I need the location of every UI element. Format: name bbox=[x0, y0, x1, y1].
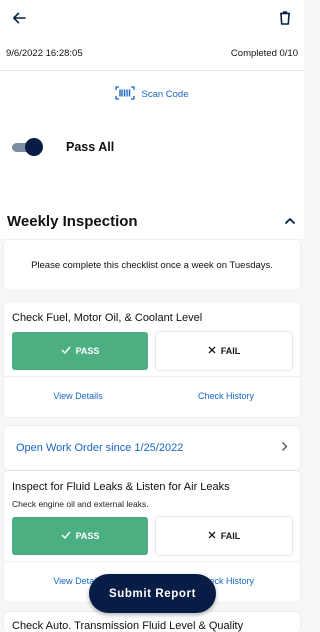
check-history-link[interactable]: Check History bbox=[152, 377, 300, 415]
back-arrow-icon[interactable] bbox=[8, 7, 30, 29]
checklist-item-title: Check Fuel, Motor Oil, & Coolant Level bbox=[12, 312, 203, 324]
fail-label: FAIL bbox=[220, 346, 241, 356]
next-checklist-item-card: Check Auto. Transmission Fluid Level & Q… bbox=[4, 612, 300, 632]
pass-button[interactable]: PASS bbox=[12, 332, 148, 370]
trash-icon[interactable] bbox=[274, 7, 296, 29]
section-title: Weekly Inspection bbox=[7, 212, 138, 230]
instructions-card: Please complete this checklist once a we… bbox=[4, 240, 300, 290]
pass-label: PASS bbox=[75, 531, 100, 541]
pass-button[interactable]: PASS bbox=[12, 517, 148, 555]
fail-button[interactable]: FAIL bbox=[156, 332, 292, 370]
top-app-bar bbox=[0, 0, 304, 36]
pass-all-row: Pass All bbox=[0, 117, 304, 177]
chevron-up-icon[interactable] bbox=[284, 212, 296, 230]
instructions-text: Please complete this checklist once a we… bbox=[31, 259, 273, 271]
close-icon bbox=[208, 531, 216, 541]
section-header[interactable]: Weekly Inspection bbox=[0, 203, 304, 239]
work-order-label: Open Work Order since 1/25/2022 bbox=[16, 442, 184, 454]
open-work-order-row[interactable]: Open Work Order since 1/25/2022 bbox=[4, 426, 300, 470]
view-details-link[interactable]: View Details bbox=[4, 377, 152, 415]
chevron-right-icon bbox=[281, 441, 288, 455]
checklist-item-title: Check Auto. Transmission Fluid Level & Q… bbox=[12, 620, 244, 632]
pass-all-label: Pass All bbox=[66, 140, 115, 154]
scan-code-label: Scan Code bbox=[141, 88, 189, 100]
check-icon bbox=[61, 346, 71, 356]
pass-label: PASS bbox=[75, 346, 100, 356]
close-icon bbox=[208, 346, 216, 356]
checklist-item-subtitle: Check engine oil and external leaks. bbox=[12, 499, 149, 509]
fail-button[interactable]: FAIL bbox=[156, 517, 292, 555]
checklist-item-title: Inspect for Fluid Leaks & Listen for Air… bbox=[12, 481, 230, 493]
inspection-meta: 9/6/2022 16:28:05 Completed 0/10 bbox=[0, 36, 304, 71]
fail-label: FAIL bbox=[220, 531, 241, 541]
timestamp: 9/6/2022 16:28:05 bbox=[6, 47, 83, 59]
barcode-scan-icon bbox=[115, 85, 136, 103]
divider-space bbox=[0, 177, 304, 203]
scan-code-button[interactable]: Scan Code bbox=[0, 71, 304, 117]
pass-all-toggle[interactable] bbox=[12, 138, 43, 156]
submit-report-button[interactable]: Submit Report bbox=[89, 574, 216, 613]
completion-status: Completed 0/10 bbox=[230, 47, 298, 59]
check-icon bbox=[61, 531, 71, 541]
checklist-item-card: Check Fuel, Motor Oil, & Coolant Level P… bbox=[4, 302, 300, 417]
